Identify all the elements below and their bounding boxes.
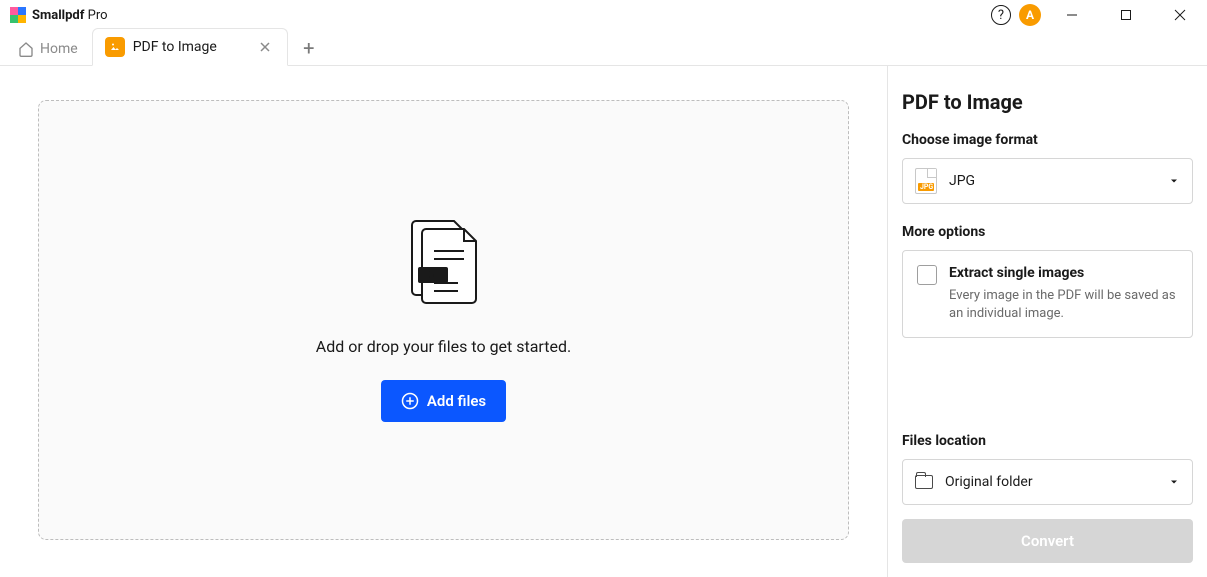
format-select[interactable]: JPG JPG [902, 158, 1193, 204]
chevron-down-icon [1168, 175, 1180, 187]
dropzone[interactable]: PDF Add or drop your files to get starte… [38, 100, 849, 540]
more-options-label: More options [902, 224, 1193, 240]
app-title: Smallpdf Pro [32, 8, 108, 23]
close-icon [259, 41, 271, 53]
pdf-document-icon: PDF [404, 219, 484, 313]
titlebar: Smallpdf Pro ? A [0, 0, 1207, 30]
app-logo-title: Smallpdf Pro [10, 7, 108, 23]
tabstrip: Home PDF to Image + [0, 30, 1207, 66]
extract-images-option: Extract single images Every image in the… [902, 250, 1193, 338]
help-icon[interactable]: ? [991, 5, 1011, 25]
folder-icon [915, 475, 933, 489]
app-logo-icon [10, 7, 26, 23]
extract-images-title: Extract single images [949, 265, 1178, 281]
avatar[interactable]: A [1019, 4, 1041, 26]
tab-active-label: PDF to Image [133, 39, 217, 55]
svg-text:PDF: PDF [423, 271, 442, 282]
tab-active[interactable]: PDF to Image [92, 28, 288, 66]
window-close-button[interactable] [1157, 0, 1203, 30]
window-minimize-button[interactable] [1049, 0, 1095, 30]
jpg-file-icon: JPG [915, 168, 937, 194]
window-maximize-button[interactable] [1103, 0, 1149, 30]
pdf-to-image-icon [105, 37, 125, 57]
tab-home-label: Home [40, 41, 78, 57]
chevron-down-icon [1168, 476, 1180, 488]
format-label: Choose image format [902, 132, 1193, 148]
add-files-button[interactable]: Add files [381, 380, 506, 422]
sidebar-title: PDF to Image [902, 90, 1193, 114]
extract-images-desc: Every image in the PDF will be saved as … [949, 287, 1178, 323]
extract-images-checkbox[interactable] [917, 265, 937, 285]
location-select-value: Original folder [945, 474, 1156, 490]
location-select[interactable]: Original folder [902, 459, 1193, 505]
tab-close-button[interactable] [255, 37, 275, 57]
plus-circle-icon [401, 392, 419, 410]
format-select-value: JPG [949, 173, 1156, 189]
dropzone-message: Add or drop your files to get started. [316, 337, 571, 356]
sidebar: PDF to Image Choose image format JPG JPG… [887, 66, 1207, 577]
main-area: PDF Add or drop your files to get starte… [0, 66, 887, 577]
tab-add-button[interactable]: + [292, 31, 326, 65]
home-icon [18, 41, 34, 57]
tab-home[interactable]: Home [8, 33, 88, 65]
add-files-button-label: Add files [427, 392, 486, 410]
location-label: Files location [902, 433, 1193, 449]
convert-button[interactable]: Convert [902, 519, 1193, 563]
